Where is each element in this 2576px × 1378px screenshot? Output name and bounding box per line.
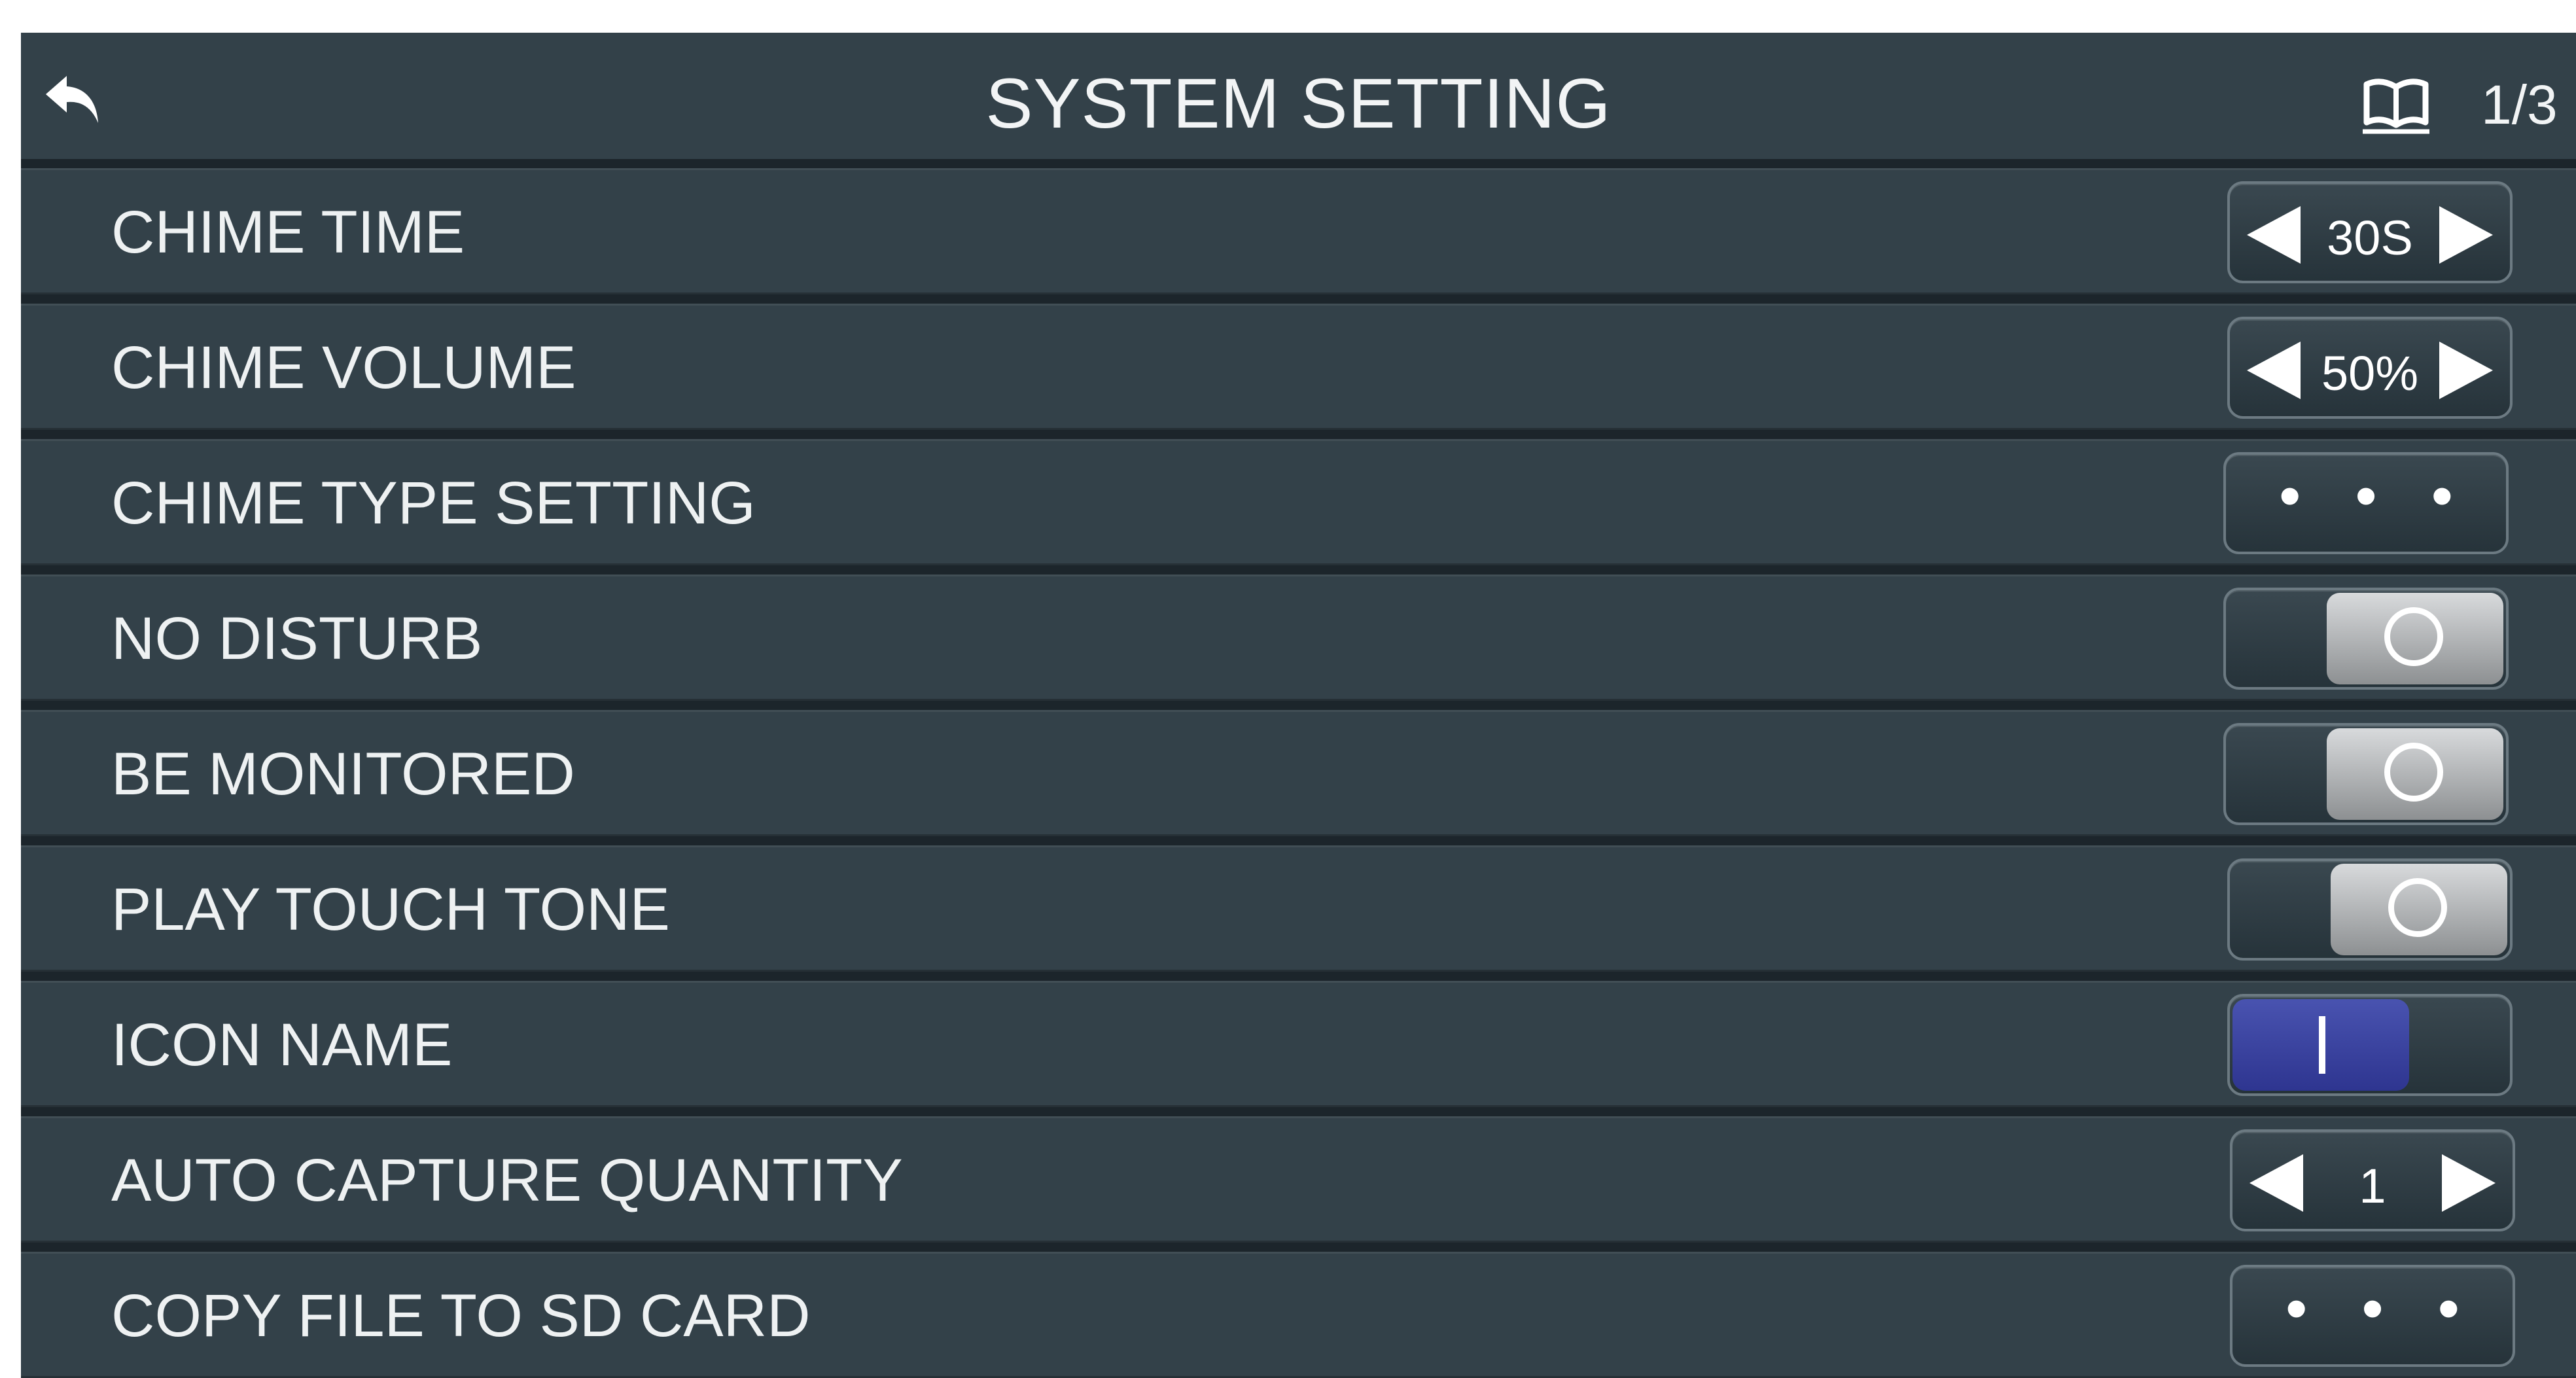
setting-row-no-disturb: NO DISTURB (21, 574, 2576, 701)
be-monitored-toggle[interactable] (2223, 723, 2509, 825)
setting-label: AUTO CAPTURE QUANTITY (111, 1147, 903, 1214)
more-dots-icon: • • • (2278, 461, 2472, 531)
setting-row-chime-time: CHIME TIME 30S (21, 168, 2576, 294)
setting-row-play-touch-tone: PLAY TOUCH TONE (21, 845, 2576, 972)
system-setting-screen: SYSTEM SETTING 1/3 CHIME TIME 30S CHIME … (21, 33, 2576, 1378)
decrease-arrow-icon[interactable] (2247, 342, 2301, 399)
page-title: SYSTEM SETTING (985, 63, 1612, 143)
toggle-knob (2327, 593, 2503, 684)
decrease-arrow-icon[interactable] (2250, 1154, 2303, 1212)
toggle-knob (2327, 728, 2503, 820)
toggle-off-circle-icon (2384, 607, 2443, 666)
setting-label: PLAY TOUCH TONE (111, 876, 670, 943)
setting-label: NO DISTURB (111, 605, 483, 672)
setting-label: CHIME TYPE SETTING (111, 470, 756, 537)
increase-arrow-icon[interactable] (2442, 1154, 2496, 1212)
setting-label: BE MONITORED (111, 741, 575, 807)
setting-label: ICON NAME (111, 1012, 453, 1078)
increase-arrow-icon[interactable] (2439, 206, 2493, 264)
stepper-value: 30S (2327, 211, 2413, 265)
more-dots-icon: • • • (2285, 1273, 2479, 1343)
stepper-value: 1 (2359, 1159, 2386, 1213)
chime-volume-stepper[interactable]: 50% (2227, 317, 2513, 419)
setting-label: CHIME VOLUME (111, 334, 576, 401)
setting-label: CHIME TIME (111, 199, 465, 266)
icon-name-toggle[interactable] (2227, 994, 2513, 1096)
setting-row-copy-file-to-sd-card: COPY FILE TO SD CARD • • • (21, 1252, 2576, 1378)
auto-capture-quantity-stepper[interactable]: 1 (2230, 1129, 2515, 1231)
page-indicator: 1/3 (2481, 74, 2558, 135)
setting-row-chime-type-setting: CHIME TYPE SETTING • • • (21, 439, 2576, 565)
toggle-on-bar-icon (2319, 1016, 2325, 1074)
open-book-icon[interactable] (2360, 70, 2432, 135)
no-disturb-toggle[interactable] (2223, 588, 2509, 690)
toggle-off-circle-icon (2388, 878, 2447, 937)
toggle-knob (2232, 999, 2409, 1091)
setting-row-auto-capture-quantity: AUTO CAPTURE QUANTITY 1 (21, 1116, 2576, 1243)
increase-arrow-icon[interactable] (2439, 342, 2493, 399)
chime-type-more-button[interactable]: • • • (2223, 452, 2509, 554)
header-bar: SYSTEM SETTING 1/3 (21, 33, 2576, 159)
copy-file-more-button[interactable]: • • • (2230, 1265, 2515, 1367)
decrease-arrow-icon[interactable] (2247, 206, 2301, 264)
stepper-value: 50% (2321, 346, 2419, 400)
chime-time-stepper[interactable]: 30S (2227, 181, 2513, 283)
setting-row-chime-volume: CHIME VOLUME 50% (21, 304, 2576, 430)
play-touch-tone-toggle[interactable] (2227, 858, 2513, 961)
setting-row-be-monitored: BE MONITORED (21, 710, 2576, 836)
toggle-knob (2331, 864, 2507, 955)
setting-label: COPY FILE TO SD CARD (111, 1282, 811, 1349)
toggle-off-circle-icon (2384, 743, 2443, 802)
setting-row-icon-name: ICON NAME (21, 981, 2576, 1107)
